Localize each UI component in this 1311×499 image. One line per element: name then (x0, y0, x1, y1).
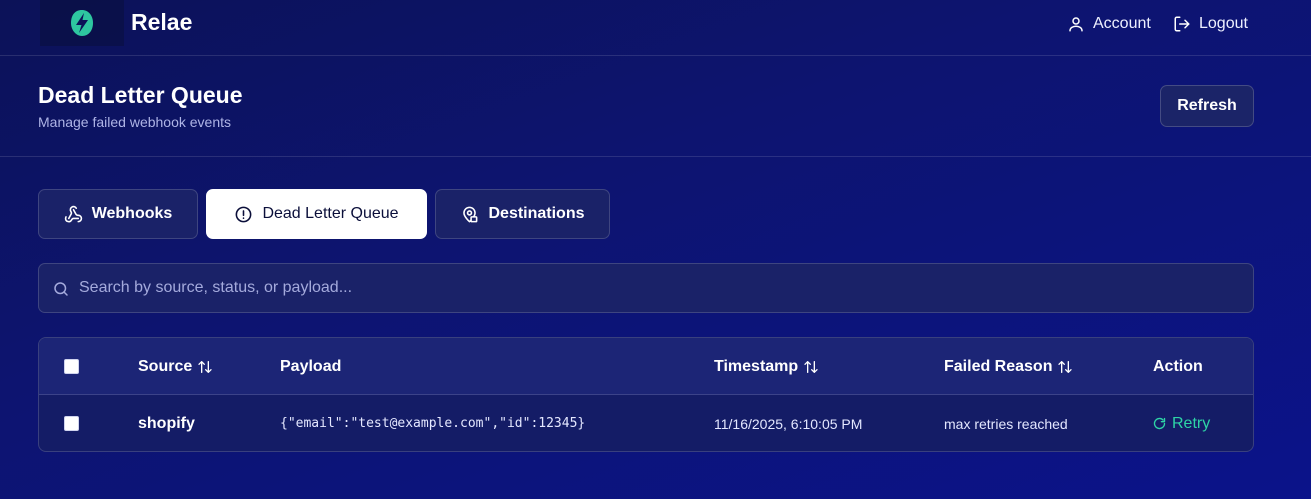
select-all-cell (64, 338, 79, 395)
tab-label: Destinations (488, 205, 585, 222)
search-bar[interactable] (38, 263, 1254, 313)
logout-link[interactable]: Logout (1173, 12, 1248, 36)
row-checkbox[interactable] (64, 416, 79, 431)
column-label: Timestamp (714, 357, 799, 375)
tab-destinations[interactable]: Destinations (435, 189, 610, 239)
row-failed-reason: max retries reached (944, 415, 1068, 432)
column-payload: Payload (280, 338, 341, 395)
column-label: Source (138, 357, 193, 375)
retry-button[interactable]: Retry (1152, 395, 1211, 451)
tab-webhooks[interactable]: Webhooks (38, 189, 198, 239)
account-link[interactable]: Account (1067, 12, 1151, 36)
refresh-button[interactable]: Refresh (1160, 85, 1254, 127)
logo[interactable] (40, 0, 124, 46)
page-subtitle: Manage failed webhook events (38, 114, 232, 130)
alert-circle-icon (236, 206, 252, 222)
table-row: shopify {"email":"test@example.com","id"… (39, 395, 1253, 451)
row-timestamp: 11/16/2025, 6:10:05 PM (714, 415, 863, 432)
tab-label: Dead Letter Queue (262, 205, 399, 222)
bolt-logo-icon (71, 10, 93, 36)
page-title: Dead Letter Queue (38, 82, 243, 108)
column-failed-reason[interactable]: Failed Reason (944, 338, 1073, 395)
search-icon (54, 282, 68, 296)
sort-icon (804, 360, 818, 373)
column-action: Action (1153, 338, 1203, 395)
user-icon (1069, 17, 1083, 32)
retry-label: Retry (1172, 414, 1211, 432)
table-header: Source Payload Timestamp Failed Reason A… (39, 338, 1253, 395)
column-source[interactable]: Source (138, 338, 213, 395)
column-label: Failed Reason (944, 357, 1053, 375)
brand-name: Relae (131, 9, 193, 35)
select-all-checkbox[interactable] (64, 359, 79, 374)
row-select-cell (64, 395, 79, 451)
sort-icon (1058, 360, 1073, 373)
refresh-icon (1153, 417, 1166, 430)
row-payload: {"email":"test@example.com","id":12345} (280, 416, 586, 431)
dlq-table: Source Payload Timestamp Failed Reason A… (38, 337, 1254, 452)
tab-label: Webhooks (91, 205, 173, 222)
sort-icon (198, 360, 212, 373)
column-label: Payload (280, 357, 342, 375)
logout-label: Logout (1199, 15, 1248, 32)
account-label: Account (1093, 15, 1151, 32)
column-label: Action (1153, 357, 1203, 375)
search-input[interactable] (79, 264, 1239, 312)
map-pin-icon (463, 206, 478, 222)
row-source: shopify (138, 414, 195, 432)
top-nav: Relae Account Logout (0, 0, 1311, 56)
webhook-icon (64, 205, 82, 222)
logout-icon (1174, 16, 1190, 32)
tab-dead-letter-queue[interactable]: Dead Letter Queue (206, 189, 427, 239)
page-header: Dead Letter Queue Manage failed webhook … (0, 56, 1311, 157)
column-timestamp[interactable]: Timestamp (714, 338, 819, 395)
